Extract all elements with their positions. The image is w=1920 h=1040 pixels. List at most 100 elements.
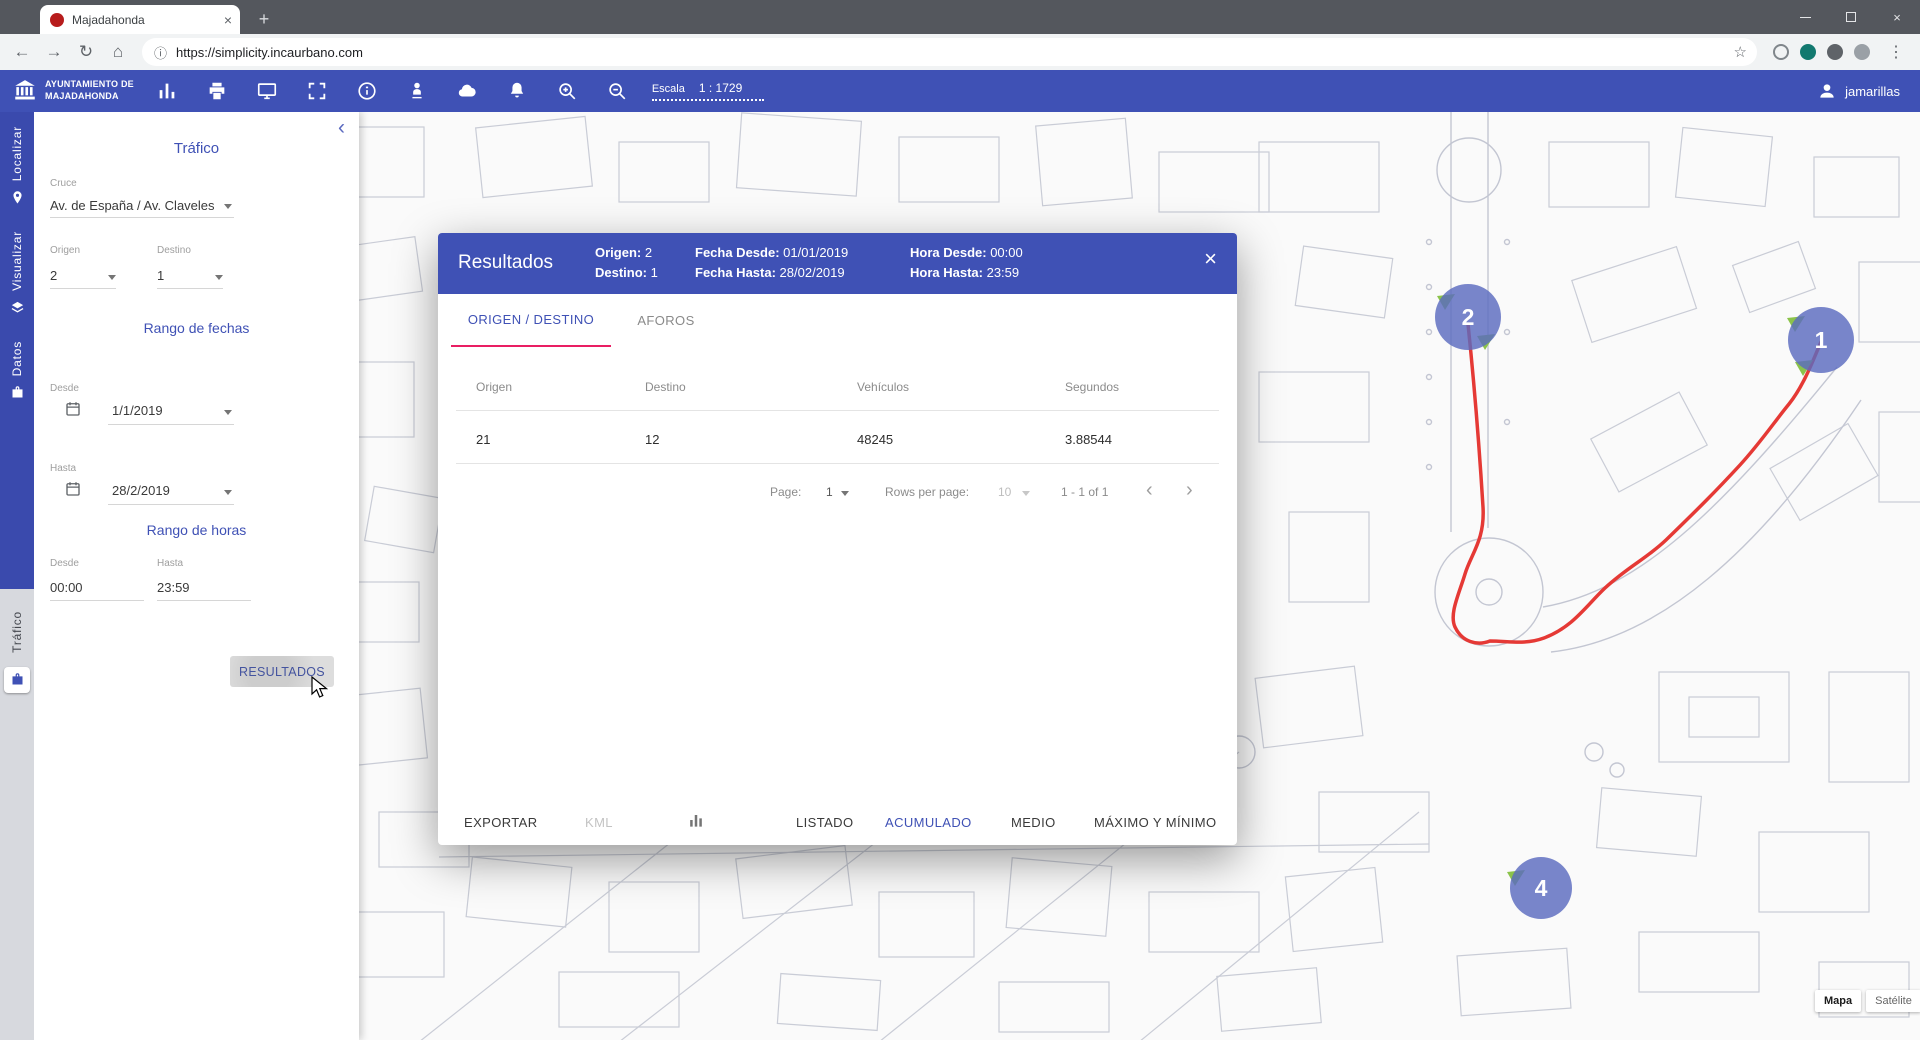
listado-button[interactable]: LISTADO	[796, 815, 853, 830]
stats-icon[interactable]	[156, 80, 178, 102]
org-name: AYUNTAMIENTO DE MAJADAHONDA	[45, 79, 134, 102]
print-icon[interactable]	[206, 80, 228, 102]
monitor-icon[interactable]	[256, 80, 278, 102]
browser-tab[interactable]: Majadahonda ×	[40, 5, 240, 34]
hora-hasta-input[interactable]: 23:59	[157, 580, 190, 595]
layers-icon	[10, 300, 25, 315]
page-prev-icon[interactable]: ‹	[1146, 479, 1153, 502]
sidebar-item-label: Tráfico	[10, 611, 24, 653]
new-tab-button[interactable]: +	[252, 7, 276, 31]
panel-collapse-icon[interactable]: ‹	[338, 116, 345, 140]
chevron-down-icon[interactable]	[224, 410, 232, 415]
map-type-satelite-button[interactable]: Satélite	[1866, 990, 1920, 1012]
cruce-select[interactable]: Av. de España / Av. Claveles	[50, 198, 215, 213]
meta-value: 1	[651, 265, 658, 280]
fecha-desde-select[interactable]: 1/1/2019	[112, 403, 163, 418]
fecha-desde-underline	[108, 424, 234, 425]
window-close-button[interactable]: ×	[1874, 0, 1920, 34]
extension-icon[interactable]	[1800, 44, 1816, 60]
extension-icon[interactable]	[1773, 44, 1789, 60]
rows-per-page-select[interactable]: 10	[998, 485, 1011, 499]
fecha-hasta-select[interactable]: 28/2/2019	[112, 483, 170, 498]
user-menu[interactable]: jamarillas	[1817, 81, 1908, 101]
tab-aforos[interactable]: AFOROS	[611, 294, 721, 347]
cell-destino: 12	[645, 432, 659, 447]
route-line	[1453, 324, 1821, 643]
reload-icon[interactable]: ↻	[72, 38, 100, 66]
calendar-icon[interactable]	[64, 480, 82, 498]
site-info-icon[interactable]: ⓘ	[154, 43, 167, 62]
map-marker-4[interactable]: 4	[1510, 857, 1572, 919]
home-icon[interactable]: ⌂	[104, 38, 132, 66]
meta-hora-desde: Hora Desde: 00:00	[910, 245, 1100, 260]
bookmark-star-icon[interactable]: ☆	[1734, 43, 1751, 61]
col-header-segundos: Segundos	[1065, 380, 1119, 394]
side-nav: Localizar Visualizar Datos Tráfico	[0, 112, 34, 1040]
map-marker-1[interactable]: 1	[1788, 307, 1854, 373]
cloud-icon[interactable]	[456, 80, 478, 102]
tab-close-icon[interactable]: ×	[224, 13, 232, 27]
meta-fecha-hasta: Fecha Hasta: 28/02/2019	[695, 265, 910, 280]
tab-origen-destino[interactable]: ORIGEN / DESTINO	[451, 294, 611, 347]
destino-select[interactable]: 1	[157, 268, 164, 283]
page-label: Page:	[770, 485, 801, 499]
zoom-in-icon[interactable]	[556, 80, 578, 102]
hora-desde-underline	[50, 600, 144, 601]
col-header-destino: Destino	[645, 380, 686, 394]
map-marker-2[interactable]: 2	[1435, 284, 1501, 350]
chart-icon[interactable]	[686, 810, 706, 830]
extension-icon[interactable]	[1827, 44, 1843, 60]
mouse-cursor	[310, 676, 332, 700]
notifications-icon[interactable]	[506, 80, 528, 102]
sidebar-item-datos[interactable]: Datos	[10, 341, 25, 400]
fullscreen-icon[interactable]	[306, 80, 328, 102]
hora-desde-input[interactable]: 00:00	[50, 580, 83, 595]
hora-hasta-label: Hasta	[157, 558, 183, 569]
url-bar[interactable]: ⓘ https://simplicity.incaurbano.com ☆	[142, 38, 1757, 66]
origen-select[interactable]: 2	[50, 268, 57, 283]
restore-icon	[1846, 12, 1856, 22]
modal-close-icon[interactable]: ×	[1204, 248, 1217, 270]
browser-menu-icon[interactable]: ⋮	[1880, 42, 1912, 62]
chevron-down-icon[interactable]	[841, 491, 849, 496]
chevron-down-icon[interactable]	[1022, 491, 1030, 496]
chevron-down-icon[interactable]	[108, 275, 116, 280]
info-icon[interactable]	[356, 80, 378, 102]
header-toolbar	[156, 80, 628, 102]
hora-desde-label: Desde	[50, 558, 79, 569]
escala-label: Escala	[652, 83, 685, 95]
medio-button[interactable]: MEDIO	[1011, 815, 1056, 830]
modal-meta: Origen: 2 Fecha Desde: 01/01/2019 Hora D…	[595, 245, 1100, 280]
street-view-icon[interactable]	[406, 80, 428, 102]
browser-toolbar: ← → ↻ ⌂ ⓘ https://simplicity.incaurbano.…	[0, 34, 1920, 70]
sidebar-item-visualizar[interactable]: Visualizar	[10, 231, 25, 315]
page-next-icon[interactable]: ›	[1186, 479, 1193, 502]
window-restore-button[interactable]	[1828, 0, 1874, 34]
calendar-icon[interactable]	[64, 400, 82, 418]
screen: 2 1 4 Mapa Satélite Localizar	[0, 0, 1920, 1040]
sidebar-item-label: Visualizar	[10, 231, 24, 291]
cruce-label: Cruce	[50, 178, 77, 189]
sidebar-item-trafico[interactable]: Tráfico	[0, 589, 34, 693]
chevron-down-icon[interactable]	[224, 490, 232, 495]
url-text[interactable]: https://simplicity.incaurbano.com	[176, 45, 1725, 60]
maximo-minimo-button[interactable]: MÁXIMO Y MÍNIMO	[1094, 815, 1217, 830]
org-line2: MAJADAHONDA	[45, 91, 134, 103]
browser-titlebar: Majadahonda × + ×	[0, 0, 1920, 34]
map-type-mapa-button[interactable]: Mapa	[1815, 990, 1861, 1012]
marker-2-label: 2	[1462, 304, 1475, 330]
chevron-down-icon[interactable]	[224, 204, 232, 209]
window-minimize-button[interactable]	[1782, 0, 1828, 34]
extension-icon[interactable]	[1854, 44, 1870, 60]
chevron-down-icon[interactable]	[215, 275, 223, 280]
acumulado-button[interactable]: ACUMULADO	[885, 815, 972, 830]
sidebar-item-localizar[interactable]: Localizar	[10, 126, 25, 205]
kml-button[interactable]: KML	[585, 815, 613, 830]
page-select[interactable]: 1	[826, 485, 833, 499]
back-icon[interactable]: ←	[8, 38, 36, 66]
trafico-filter-panel: ‹ Tráfico Cruce Av. de España / Av. Clav…	[34, 112, 359, 1040]
exportar-button[interactable]: EXPORTAR	[464, 815, 538, 830]
forward-icon[interactable]: →	[40, 38, 68, 66]
fecha-hasta-label: Hasta	[50, 463, 76, 474]
zoom-out-icon[interactable]	[606, 80, 628, 102]
